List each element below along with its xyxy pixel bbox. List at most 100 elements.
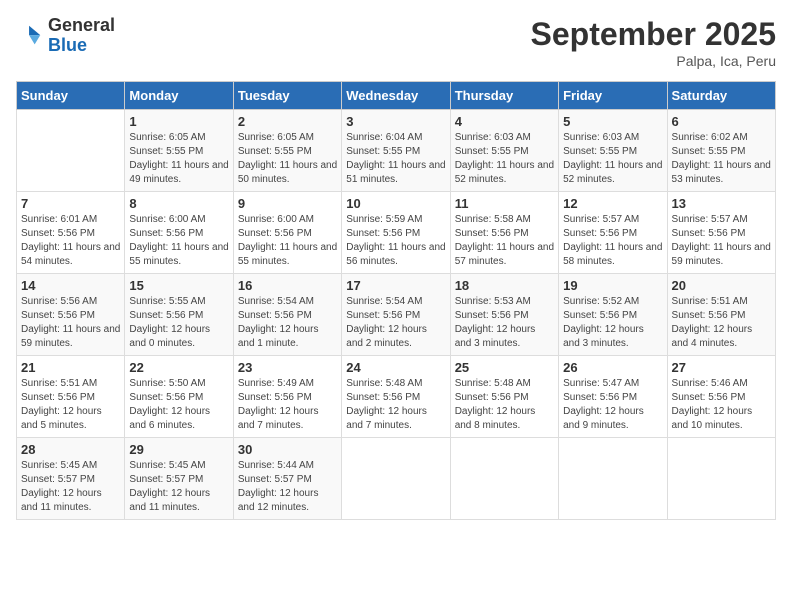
calendar-cell: 26 Sunrise: 5:47 AM Sunset: 5:56 PM Dayl… [559, 356, 667, 438]
calendar-cell: 29 Sunrise: 5:45 AM Sunset: 5:57 PM Dayl… [125, 438, 233, 520]
day-info: Sunrise: 5:55 AM Sunset: 5:56 PM Dayligh… [129, 295, 228, 351]
day-number: 23 [238, 360, 337, 375]
day-info: Sunrise: 6:04 AM Sunset: 5:55 PM Dayligh… [346, 131, 445, 187]
day-number: 20 [672, 278, 771, 293]
calendar-cell: 11 Sunrise: 5:58 AM Sunset: 5:56 PM Dayl… [450, 192, 558, 274]
day-number: 12 [563, 196, 662, 211]
calendar-week-1: 7 Sunrise: 6:01 AM Sunset: 5:56 PM Dayli… [17, 192, 776, 274]
day-number: 11 [455, 196, 554, 211]
calendar-cell: 6 Sunrise: 6:02 AM Sunset: 5:55 PM Dayli… [667, 110, 775, 192]
day-number: 25 [455, 360, 554, 375]
day-info: Sunrise: 5:56 AM Sunset: 5:56 PM Dayligh… [21, 295, 120, 351]
logo-text: General Blue [48, 16, 115, 56]
day-info: Sunrise: 5:59 AM Sunset: 5:56 PM Dayligh… [346, 213, 445, 269]
calendar-cell: 23 Sunrise: 5:49 AM Sunset: 5:56 PM Dayl… [233, 356, 341, 438]
logo-general: General [48, 15, 115, 35]
calendar-cell: 24 Sunrise: 5:48 AM Sunset: 5:56 PM Dayl… [342, 356, 450, 438]
header-row: Sunday Monday Tuesday Wednesday Thursday… [17, 82, 776, 110]
day-number: 13 [672, 196, 771, 211]
day-info: Sunrise: 5:48 AM Sunset: 5:56 PM Dayligh… [346, 377, 445, 433]
day-info: Sunrise: 5:50 AM Sunset: 5:56 PM Dayligh… [129, 377, 228, 433]
day-number: 21 [21, 360, 120, 375]
calendar-cell: 8 Sunrise: 6:00 AM Sunset: 5:56 PM Dayli… [125, 192, 233, 274]
calendar-cell: 3 Sunrise: 6:04 AM Sunset: 5:55 PM Dayli… [342, 110, 450, 192]
day-info: Sunrise: 5:57 AM Sunset: 5:56 PM Dayligh… [563, 213, 662, 269]
day-number: 14 [21, 278, 120, 293]
calendar-cell: 12 Sunrise: 5:57 AM Sunset: 5:56 PM Dayl… [559, 192, 667, 274]
calendar-cell [450, 438, 558, 520]
calendar-cell: 14 Sunrise: 5:56 AM Sunset: 5:56 PM Dayl… [17, 274, 125, 356]
day-info: Sunrise: 5:51 AM Sunset: 5:56 PM Dayligh… [21, 377, 120, 433]
day-info: Sunrise: 6:03 AM Sunset: 5:55 PM Dayligh… [455, 131, 554, 187]
day-info: Sunrise: 5:54 AM Sunset: 5:56 PM Dayligh… [346, 295, 445, 351]
day-number: 1 [129, 114, 228, 129]
day-info: Sunrise: 5:46 AM Sunset: 5:56 PM Dayligh… [672, 377, 771, 433]
calendar-cell [559, 438, 667, 520]
day-info: Sunrise: 5:45 AM Sunset: 5:57 PM Dayligh… [21, 459, 120, 515]
calendar-cell: 9 Sunrise: 6:00 AM Sunset: 5:56 PM Dayli… [233, 192, 341, 274]
day-info: Sunrise: 6:00 AM Sunset: 5:56 PM Dayligh… [129, 213, 228, 269]
day-info: Sunrise: 5:53 AM Sunset: 5:56 PM Dayligh… [455, 295, 554, 351]
day-number: 22 [129, 360, 228, 375]
day-number: 15 [129, 278, 228, 293]
day-number: 9 [238, 196, 337, 211]
calendar-cell: 20 Sunrise: 5:51 AM Sunset: 5:56 PM Dayl… [667, 274, 775, 356]
day-number: 28 [21, 442, 120, 457]
col-wednesday: Wednesday [342, 82, 450, 110]
calendar-week-4: 28 Sunrise: 5:45 AM Sunset: 5:57 PM Dayl… [17, 438, 776, 520]
day-number: 29 [129, 442, 228, 457]
month-title: September 2025 [531, 16, 776, 53]
calendar-body: 1 Sunrise: 6:05 AM Sunset: 5:55 PM Dayli… [17, 110, 776, 520]
day-info: Sunrise: 6:01 AM Sunset: 5:56 PM Dayligh… [21, 213, 120, 269]
day-number: 19 [563, 278, 662, 293]
day-info: Sunrise: 5:47 AM Sunset: 5:56 PM Dayligh… [563, 377, 662, 433]
day-number: 24 [346, 360, 445, 375]
day-info: Sunrise: 5:58 AM Sunset: 5:56 PM Dayligh… [455, 213, 554, 269]
day-number: 30 [238, 442, 337, 457]
calendar-week-2: 14 Sunrise: 5:56 AM Sunset: 5:56 PM Dayl… [17, 274, 776, 356]
calendar-cell: 16 Sunrise: 5:54 AM Sunset: 5:56 PM Dayl… [233, 274, 341, 356]
logo-blue: Blue [48, 35, 87, 55]
logo-icon [16, 22, 44, 50]
day-number: 4 [455, 114, 554, 129]
day-number: 27 [672, 360, 771, 375]
title-block: September 2025 Palpa, Ica, Peru [531, 16, 776, 69]
day-info: Sunrise: 5:49 AM Sunset: 5:56 PM Dayligh… [238, 377, 337, 433]
calendar-week-0: 1 Sunrise: 6:05 AM Sunset: 5:55 PM Dayli… [17, 110, 776, 192]
calendar-header: Sunday Monday Tuesday Wednesday Thursday… [17, 82, 776, 110]
col-tuesday: Tuesday [233, 82, 341, 110]
day-number: 26 [563, 360, 662, 375]
calendar-cell: 30 Sunrise: 5:44 AM Sunset: 5:57 PM Dayl… [233, 438, 341, 520]
day-number: 2 [238, 114, 337, 129]
calendar-cell: 15 Sunrise: 5:55 AM Sunset: 5:56 PM Dayl… [125, 274, 233, 356]
calendar-cell: 28 Sunrise: 5:45 AM Sunset: 5:57 PM Dayl… [17, 438, 125, 520]
col-friday: Friday [559, 82, 667, 110]
location: Palpa, Ica, Peru [531, 53, 776, 69]
day-number: 10 [346, 196, 445, 211]
day-info: Sunrise: 6:05 AM Sunset: 5:55 PM Dayligh… [238, 131, 337, 187]
day-info: Sunrise: 5:57 AM Sunset: 5:56 PM Dayligh… [672, 213, 771, 269]
calendar-cell: 7 Sunrise: 6:01 AM Sunset: 5:56 PM Dayli… [17, 192, 125, 274]
day-info: Sunrise: 6:02 AM Sunset: 5:55 PM Dayligh… [672, 131, 771, 187]
calendar-cell: 5 Sunrise: 6:03 AM Sunset: 5:55 PM Dayli… [559, 110, 667, 192]
day-info: Sunrise: 5:44 AM Sunset: 5:57 PM Dayligh… [238, 459, 337, 515]
day-info: Sunrise: 6:05 AM Sunset: 5:55 PM Dayligh… [129, 131, 228, 187]
page-header: General Blue September 2025 Palpa, Ica, … [16, 16, 776, 69]
calendar-cell [667, 438, 775, 520]
calendar-cell [342, 438, 450, 520]
day-info: Sunrise: 6:00 AM Sunset: 5:56 PM Dayligh… [238, 213, 337, 269]
calendar-cell [17, 110, 125, 192]
calendar-cell: 13 Sunrise: 5:57 AM Sunset: 5:56 PM Dayl… [667, 192, 775, 274]
col-saturday: Saturday [667, 82, 775, 110]
calendar-cell: 10 Sunrise: 5:59 AM Sunset: 5:56 PM Dayl… [342, 192, 450, 274]
day-number: 3 [346, 114, 445, 129]
calendar-cell: 17 Sunrise: 5:54 AM Sunset: 5:56 PM Dayl… [342, 274, 450, 356]
calendar-cell: 25 Sunrise: 5:48 AM Sunset: 5:56 PM Dayl… [450, 356, 558, 438]
day-number: 16 [238, 278, 337, 293]
day-number: 5 [563, 114, 662, 129]
calendar-cell: 27 Sunrise: 5:46 AM Sunset: 5:56 PM Dayl… [667, 356, 775, 438]
calendar-cell: 22 Sunrise: 5:50 AM Sunset: 5:56 PM Dayl… [125, 356, 233, 438]
calendar-cell: 4 Sunrise: 6:03 AM Sunset: 5:55 PM Dayli… [450, 110, 558, 192]
day-info: Sunrise: 5:45 AM Sunset: 5:57 PM Dayligh… [129, 459, 228, 515]
day-number: 18 [455, 278, 554, 293]
